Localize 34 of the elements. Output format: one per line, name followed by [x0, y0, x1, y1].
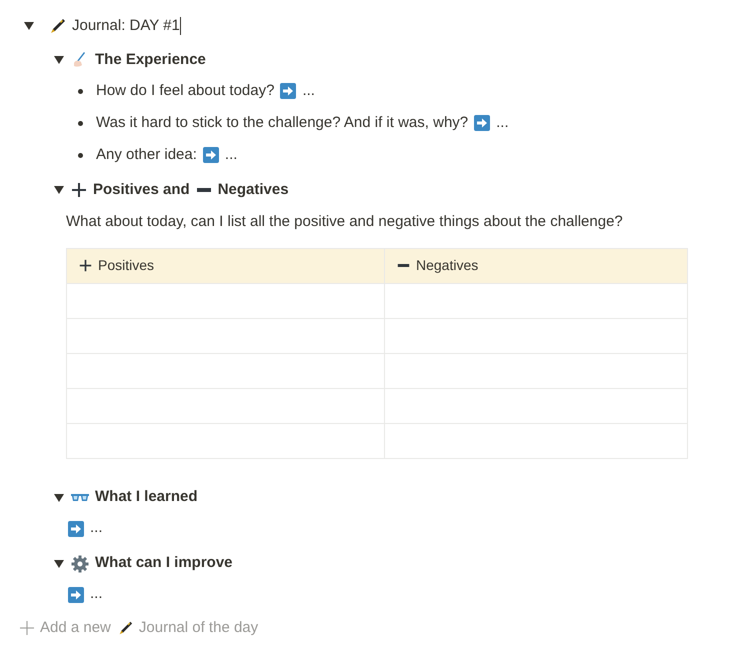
list-item-text: Any other idea: [96, 144, 197, 165]
column-title: Positives [98, 256, 154, 275]
ellipsis-text: ... [90, 518, 103, 538]
section-heading: The Experience [95, 50, 206, 70]
pen-icon [48, 17, 66, 35]
ellipsis-text: ... [302, 80, 315, 101]
plus-icon [20, 620, 34, 635]
glasses-icon [71, 492, 89, 502]
column-title: Negatives [416, 256, 478, 275]
toggle-triangle-icon[interactable] [53, 492, 65, 504]
plus-icon [71, 182, 87, 198]
add-new-button[interactable]: Add a new Journal of the day [20, 616, 258, 639]
toggle-triangle-icon[interactable] [53, 558, 65, 570]
minus-icon [397, 264, 410, 268]
section-heading: Positives and [93, 180, 190, 200]
gear-icon [71, 554, 89, 572]
toggle-triangle-icon[interactable] [53, 54, 65, 66]
toggle-triangle-icon[interactable] [23, 20, 35, 32]
section-heading: What can I improve [95, 553, 233, 574]
add-new-prefix: Add a new [40, 618, 111, 638]
ellipsis-text: ... [496, 112, 509, 133]
paragraph: What about today, can I list all the positive and negative things about the challenge? [66, 212, 624, 232]
minus-icon [196, 188, 212, 192]
text-cursor [180, 17, 181, 35]
add-new-label: Journal of the day [138, 618, 258, 638]
ellipsis-text: ... [224, 144, 238, 165]
page-title: Journal: DAY #1 [72, 16, 180, 36]
list-item-text: How do I feel about today? [96, 80, 274, 101]
list-item-text: Was it hard to stick to the challenge? And if it was, why? [96, 112, 468, 133]
section-heading: What I learned [95, 487, 198, 508]
plus-icon [79, 259, 92, 272]
ellipsis-text: ... [90, 584, 103, 604]
section-heading: Negatives [218, 180, 289, 200]
toggle-triangle-icon[interactable] [53, 184, 65, 196]
